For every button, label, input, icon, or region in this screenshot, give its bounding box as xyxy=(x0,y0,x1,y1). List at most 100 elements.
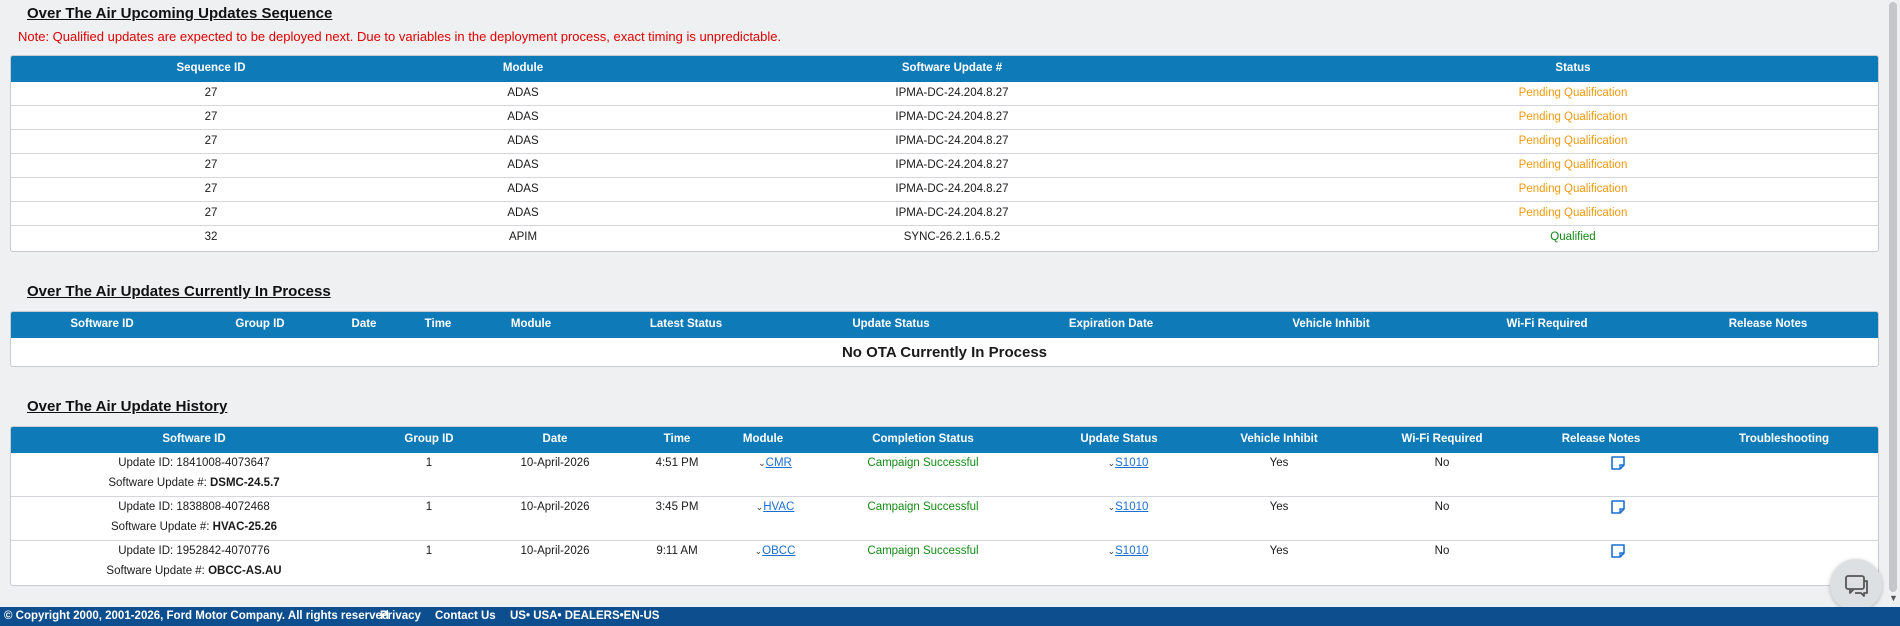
chevron-down-icon: ⌄ xyxy=(758,458,766,468)
group-id-cell: 1 xyxy=(425,457,433,469)
module-cell: APIM xyxy=(508,231,538,243)
page-footer: © Copyright 2000, 2001-2026, Ford Motor … xyxy=(0,607,1900,626)
table-row: 27 ADAS IPMA-DC-24.204.8.27 Pending Qualifi… xyxy=(11,177,1878,201)
table-row: Update ID: 1838808-4072468 Software Updat… xyxy=(11,496,1878,540)
col-time: Time xyxy=(424,318,452,330)
update-status-link[interactable]: ⌄S1010 xyxy=(1108,545,1149,557)
table-row: 27 ADAS IPMA-DC-24.204.8.27 Pending Qualifi… xyxy=(11,82,1878,105)
col-time: Time xyxy=(663,433,691,445)
sequence-id-cell: 27 xyxy=(204,111,218,123)
col-vehicle-inhibit: Vehicle Inhibit xyxy=(1292,318,1370,330)
software-update-cell: Software Update #: HVAC-25.26 xyxy=(111,521,277,533)
module-link-text[interactable]: OBCC xyxy=(762,545,795,557)
update-status-link-text[interactable]: S1010 xyxy=(1115,501,1148,513)
col-expiration-date: Expiration Date xyxy=(1068,318,1154,330)
module-cell: ADAS xyxy=(507,111,539,123)
col-update-status: Update Status xyxy=(1080,433,1158,445)
software-update-cell: IPMA-DC-24.204.8.27 xyxy=(895,111,1009,123)
col-wifi-required: Wi-Fi Required xyxy=(1401,433,1483,445)
chevron-down-icon: ⌄ xyxy=(1107,546,1116,556)
col-software-id: Software ID xyxy=(70,318,134,330)
chevron-down-icon: ⌄ xyxy=(754,546,763,556)
chevron-down-icon: ⌄ xyxy=(1107,458,1116,468)
status-cell: Pending Qualification xyxy=(1518,183,1628,195)
update-id-cell: Update ID: 1841008-4073647 xyxy=(118,457,270,469)
release-notes-button[interactable] xyxy=(1610,499,1626,518)
update-status-link[interactable]: ⌄S1010 xyxy=(1108,457,1149,469)
empty-state-message: No OTA Currently In Process xyxy=(841,344,1048,361)
software-update-cell: IPMA-DC-24.204.8.27 xyxy=(895,159,1009,171)
sequence-id-cell: 27 xyxy=(204,159,218,171)
status-cell: Pending Qualification xyxy=(1518,135,1628,147)
software-update-cell: IPMA-DC-24.204.8.27 xyxy=(895,87,1009,99)
date-cell: 10-April-2026 xyxy=(520,545,590,557)
time-cell: 9:11 AM xyxy=(656,545,698,557)
table-row: Update ID: 1952842-4070776 Software Updat… xyxy=(11,540,1878,584)
update-status-link-text[interactable]: S1010 xyxy=(1115,457,1148,469)
completion-status-cell: Campaign Successful xyxy=(867,501,979,513)
table-row: Update ID: 1841008-4073647 Software Updat… xyxy=(11,453,1878,496)
footer-privacy-link[interactable]: Privacy xyxy=(380,610,421,622)
col-module: Module xyxy=(510,318,552,330)
release-notes-button[interactable] xyxy=(1610,455,1626,474)
footer-locale[interactable]: US• USA• DEALERS•EN-US xyxy=(510,610,659,622)
upcoming-title: Over The Air Upcoming Updates Sequence xyxy=(27,5,333,22)
col-date: Date xyxy=(351,318,377,330)
software-update-value: HVAC-25.26 xyxy=(212,521,277,533)
chat-button[interactable] xyxy=(1830,559,1882,611)
software-update-label: Software Update #: xyxy=(108,477,207,489)
status-cell: Pending Qualification xyxy=(1518,207,1628,219)
status-cell: Pending Qualification xyxy=(1518,159,1628,171)
vehicle-inhibit-cell: Yes xyxy=(1269,501,1289,513)
upcoming-table-header: Sequence ID Module Software Update # Sta… xyxy=(11,56,1878,82)
footer-copyright: © Copyright 2000, 2001-2026, Ford Motor … xyxy=(4,610,389,622)
wifi-required-cell: No xyxy=(1434,501,1450,513)
module-cell: ADAS xyxy=(507,87,539,99)
table-row: 32 APIM SYNC-26.2.1.6.5.2 Qualified xyxy=(11,225,1878,249)
date-cell: 10-April-2026 xyxy=(520,501,590,513)
table-row: 27 ADAS IPMA-DC-24.204.8.27 Pending Qualifi… xyxy=(11,153,1878,177)
col-latest-status: Latest Status xyxy=(649,318,723,330)
software-update-cell: Software Update #: DSMC-24.5.7 xyxy=(108,477,279,489)
software-update-cell: SYNC-26.2.1.6.5.2 xyxy=(903,231,1001,243)
software-update-cell: IPMA-DC-24.204.8.27 xyxy=(895,207,1009,219)
in-process-title: Over The Air Updates Currently In Proces… xyxy=(27,283,331,300)
sequence-id-cell: 27 xyxy=(204,87,218,99)
module-link[interactable]: ⌄CMR xyxy=(758,457,792,469)
module-link[interactable]: ⌄OBCC xyxy=(755,545,796,557)
module-cell: ADAS xyxy=(507,135,539,147)
update-id-cell: Update ID: 1952842-4070776 xyxy=(118,545,270,557)
module-link-text[interactable]: CMR xyxy=(766,457,792,469)
col-group-id: Group ID xyxy=(235,318,285,330)
chevron-down-icon: ⌄ xyxy=(1107,502,1116,512)
update-status-link[interactable]: ⌄S1010 xyxy=(1108,501,1149,513)
col-module: Module xyxy=(742,433,784,445)
page-scrollbar[interactable]: ▼ xyxy=(1886,0,1900,607)
update-status-link-text[interactable]: S1010 xyxy=(1115,545,1148,557)
software-update-value: DSMC-24.5.7 xyxy=(209,477,280,489)
status-cell: Qualified xyxy=(1550,231,1596,243)
module-link-text[interactable]: HVAC xyxy=(763,501,794,513)
date-cell: 10-April-2026 xyxy=(520,457,590,469)
col-troubleshooting: Troubleshooting xyxy=(1738,433,1830,445)
module-cell: ADAS xyxy=(507,183,539,195)
scroll-down-arrow-icon[interactable]: ▼ xyxy=(1889,593,1898,603)
col-software-update: Software Update # xyxy=(901,62,1003,74)
history-table: Software ID Group ID Date Time Module Co… xyxy=(10,426,1879,586)
status-cell: Pending Qualification xyxy=(1518,87,1628,99)
document-icon xyxy=(1611,544,1625,558)
software-update-value: OBCC-AS.AU xyxy=(208,565,282,577)
in-process-table: Software ID Group ID Date Time Module La… xyxy=(10,311,1879,367)
col-sequence-id: Sequence ID xyxy=(176,62,246,74)
footer-contact-link[interactable]: Contact Us xyxy=(435,610,496,622)
release-notes-button[interactable] xyxy=(1610,543,1626,562)
upcoming-note: Note: Qualified updates are expected to … xyxy=(18,29,782,44)
sequence-id-cell: 27 xyxy=(204,207,218,219)
table-row: 27 ADAS IPMA-DC-24.204.8.27 Pending Qualifi… xyxy=(11,201,1878,225)
sequence-id-cell: 27 xyxy=(204,135,218,147)
scrollbar-thumb[interactable] xyxy=(1889,2,1897,592)
table-row: 27 ADAS IPMA-DC-24.204.8.27 Pending Qualifi… xyxy=(11,105,1878,129)
module-link[interactable]: ⌄HVAC xyxy=(756,501,795,513)
wifi-required-cell: No xyxy=(1434,545,1450,557)
software-update-label: Software Update #: xyxy=(111,521,210,533)
